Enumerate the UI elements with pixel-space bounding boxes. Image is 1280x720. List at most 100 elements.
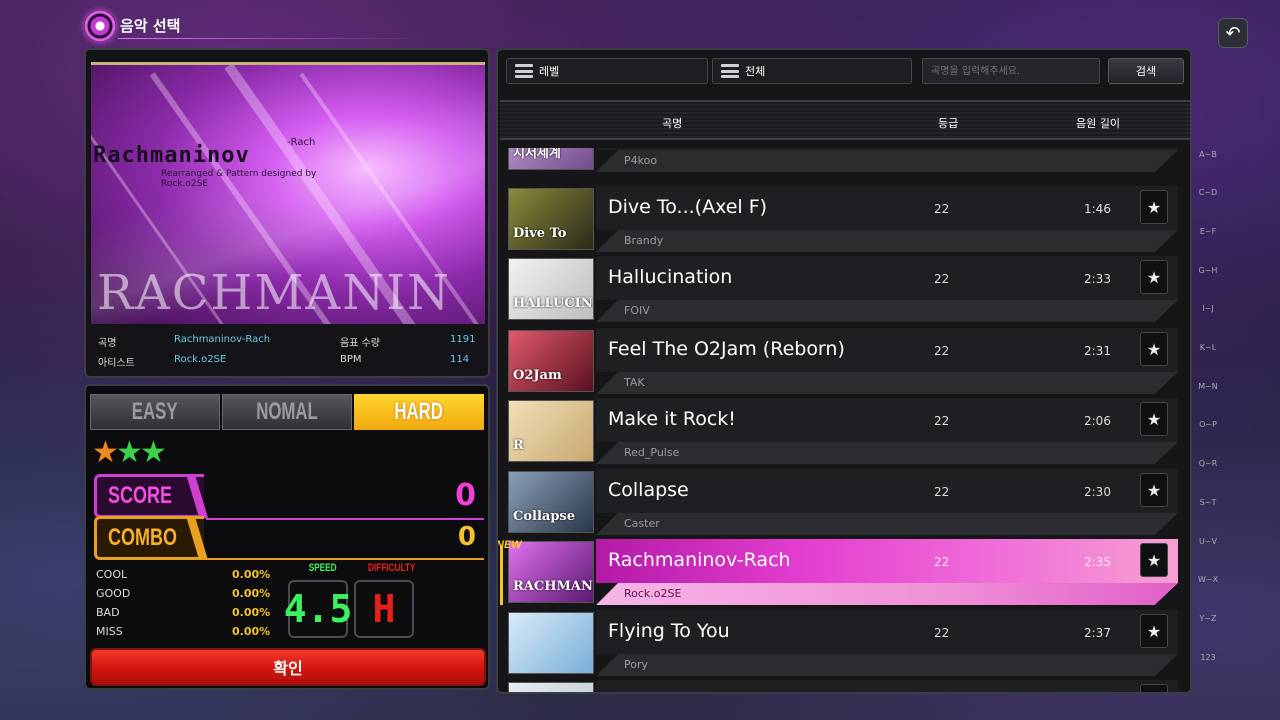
song-title: Flying To You: [608, 620, 730, 642]
jacket-title: Rachmaninov: [93, 143, 250, 168]
thumbnail-text: R: [513, 438, 524, 453]
song-row[interactable]: RACHMANIN NEW Rachmaninov-Rach Rock.o2SE 22 2…: [498, 539, 1178, 605]
star-icon: ★: [1146, 409, 1162, 429]
song-length: 2:37: [1084, 626, 1111, 640]
row-artist-strip: [596, 583, 1178, 605]
album-jacket: Rachmaninov -Rach Rearranged & Pattern d…: [91, 62, 485, 324]
song-thumbnail: [508, 612, 594, 674]
screen-header: 음악 선택: [84, 8, 424, 42]
thumbnail-text: O2Jam: [513, 368, 562, 383]
alphabet-index-item[interactable]: W~X: [1194, 566, 1222, 594]
favorite-star-button[interactable]: ★: [1140, 260, 1168, 294]
jacket-big-text: RACHMANIN: [97, 265, 452, 321]
alphabet-index-item[interactable]: Y~Z: [1194, 604, 1222, 632]
column-length: 음원 길이: [1076, 117, 1120, 130]
song-level: 22: [934, 414, 950, 428]
combo-label: COMBO: [108, 524, 177, 551]
favorite-star-button[interactable]: ★: [1140, 543, 1168, 577]
alphabet-index-item[interactable]: K~L: [1194, 334, 1222, 362]
row-artist-strip: [596, 300, 1178, 322]
tab-normal[interactable]: NOMAL: [222, 394, 352, 430]
song-artist: Brandy: [624, 234, 664, 247]
song-length: 2:33: [1084, 272, 1111, 286]
star-icon: ★: [1146, 267, 1162, 287]
row-artist-strip: [596, 654, 1178, 676]
confirm-button[interactable]: 확인: [90, 648, 486, 686]
menu-icon: [515, 64, 533, 78]
speed-display[interactable]: 4.5: [284, 580, 352, 638]
song-row[interactable]: HALLUCINATION Hallucination FOIV 22 2:33 ★: [500, 256, 1178, 322]
favorite-star-button[interactable]: ★: [1140, 190, 1168, 224]
score-underline: [206, 518, 484, 520]
alphabet-index-item[interactable]: Q~R: [1194, 450, 1222, 478]
search-input[interactable]: [922, 58, 1100, 84]
good-label: GOOD: [96, 587, 131, 600]
header-underline: [118, 38, 424, 39]
favorite-star-button[interactable]: ★: [1140, 332, 1168, 366]
screen-title: 음악 선택: [120, 17, 181, 35]
alphabet-index-item[interactable]: S~T: [1194, 488, 1222, 516]
column-title: 곡명: [662, 117, 683, 130]
song-level: 22: [934, 202, 950, 216]
alphabet-index-item[interactable]: G~H: [1194, 256, 1222, 284]
score-value: 0: [455, 478, 476, 513]
undo-arrow-icon: ↶: [1225, 22, 1241, 44]
bpm-value: 114: [450, 354, 470, 365]
difficulty-display[interactable]: H: [354, 580, 414, 638]
song-row[interactable]: Dive To Dive To...(Axel F) Brandy 22 1:46 ★: [500, 186, 1178, 252]
alphabet-index-item[interactable]: U~V: [1194, 527, 1222, 555]
row-artist-strip: [596, 442, 1178, 464]
favorite-star-button[interactable]: ★: [1140, 473, 1168, 507]
alphabet-index-item[interactable]: A~B: [1194, 140, 1222, 168]
song-thumbnail: Dive To: [508, 188, 594, 250]
song-artist: Red_Pulse: [624, 446, 680, 459]
search-button[interactable]: 검색: [1108, 58, 1184, 84]
song-row[interactable]: Collapse Collapse Caster 22 2:30 ★: [500, 469, 1178, 535]
bpm-label: BPM: [340, 354, 362, 365]
song-level: 22: [934, 272, 950, 286]
song-row[interactable]: R Make it Rock! Red_Pulse 22 2:06 ★: [500, 398, 1178, 464]
category-filter[interactable]: 전체: [712, 58, 912, 84]
song-artist: TAK: [624, 376, 645, 389]
alphabet-index-item[interactable]: M~N: [1194, 372, 1222, 400]
song-row[interactable]: Flying To You Pory 22 2:37 ★: [500, 610, 1178, 676]
favorite-star-button[interactable]: ★: [1140, 614, 1168, 648]
favorite-star-button[interactable]: ★: [1140, 684, 1168, 692]
alphabet-index-item[interactable]: O~P: [1194, 411, 1222, 439]
thumbnail-text: HALLUCINATION: [513, 296, 593, 311]
bad-label: BAD: [96, 606, 120, 619]
song-title: Feel The O2Jam (Reborn): [608, 338, 845, 360]
alphabet-index-item[interactable]: E~F: [1194, 217, 1222, 245]
alphabet-index-item[interactable]: C~D: [1194, 179, 1222, 207]
song-title: Rachmaninov-Rach: [608, 549, 791, 571]
tab-easy[interactable]: EASY: [90, 394, 220, 430]
miss-label: MISS: [96, 625, 123, 638]
star-icon: ★: [92, 435, 119, 470]
row-artist-strip: [596, 230, 1178, 252]
song-level: 22: [934, 344, 950, 358]
song-level: 22: [934, 485, 950, 499]
song-length: 2:30: [1084, 485, 1111, 499]
tab-hard[interactable]: HARD: [354, 394, 484, 430]
alphabet-index-item[interactable]: 123: [1194, 643, 1222, 671]
song-artist: Rock.o2SE: [624, 587, 682, 600]
level-filter[interactable]: 레벨: [506, 58, 708, 84]
song-length: 2:06: [1084, 414, 1111, 428]
column-level: 등급: [938, 117, 959, 130]
selection-bar: [500, 545, 503, 605]
song-length: 2:35: [1084, 555, 1111, 569]
song-row[interactable]: Chocolate ★: [500, 680, 1178, 692]
artist-value: Rock.o2SE: [174, 354, 227, 365]
combo-value: 0: [457, 522, 476, 552]
alphabet-index-item[interactable]: I~J: [1194, 295, 1222, 323]
level-filter-label: 레벨: [539, 65, 560, 78]
star-icon: ★: [1146, 550, 1162, 570]
column-header: 곡명 등급 음원 길이: [500, 100, 1190, 140]
music-disc-icon: [84, 10, 116, 42]
song-row[interactable]: O2Jam Feel The O2Jam (Reborn) TAK 22 2:31 ★: [500, 328, 1178, 394]
category-filter-label: 전체: [745, 65, 766, 78]
favorite-star-button[interactable]: ★: [1140, 402, 1168, 436]
score-label: SCORE: [108, 482, 173, 509]
miss-value: 0.00%: [232, 625, 271, 638]
back-button[interactable]: ↶: [1218, 18, 1248, 48]
